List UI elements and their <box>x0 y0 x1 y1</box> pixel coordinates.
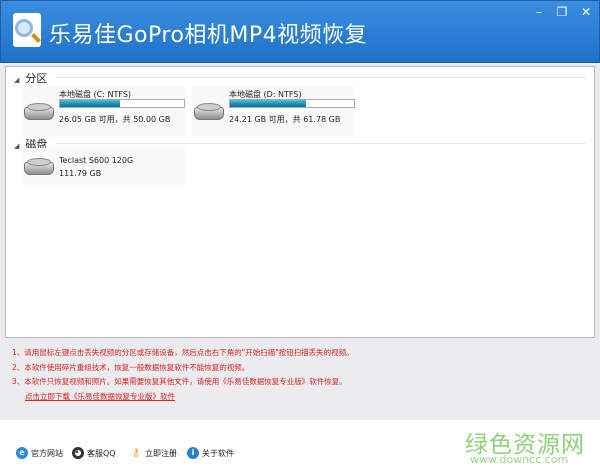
website-label: 官方网站 <box>31 448 63 458</box>
section-label: 分区 <box>25 72 48 85</box>
note-2: 2、本软件使用碎片重组技术，恢复一般数据恢复软件不能恢复的视频。 <box>12 362 250 372</box>
window-title: 乐易佳GoPro相机MP4视频恢复 <box>49 23 368 48</box>
website-button[interactable]: e 官方网站 <box>16 447 63 459</box>
hard-drive-icon <box>194 103 224 121</box>
close-button[interactable]: ✕ <box>575 5 597 23</box>
app-logo-icon <box>13 13 41 47</box>
qq-penguin-icon: ◕ <box>72 447 84 459</box>
partition-tile-d[interactable]: 本地磁盘 (D: NTFS) 24.21 GB 可用，共 61.78 GB <box>192 85 355 137</box>
hard-drive-icon <box>24 103 54 121</box>
ie-icon: e <box>16 447 28 459</box>
info-icon: i <box>187 447 199 459</box>
about-button[interactable]: i 关于软件 <box>187 447 234 459</box>
restore-button[interactable]: ❐ <box>551 5 573 23</box>
instructions: 1、请用鼠标左键点击丢失视频的分区或存储设备，然后点击右下角的"开始扫描"按钮扫… <box>12 346 354 404</box>
usage-bar <box>229 99 355 108</box>
section-partitions[interactable]: ◢ 分区 <box>14 70 586 86</box>
disk-tile[interactable]: Teclast S600 120G 111.79 GB <box>22 148 185 185</box>
disk-size: 111.79 GB <box>59 169 102 178</box>
partition-tile-c[interactable]: 本地磁盘 (C: NTFS) 26.05 GB 可用，共 50.00 GB <box>22 85 185 137</box>
disk-name: Teclast S600 120G <box>59 156 134 165</box>
collapse-arrow-icon[interactable]: ◢ <box>14 142 19 150</box>
register-button[interactable]: ⚷ 立即注册 <box>130 447 177 459</box>
usage-fill <box>230 100 306 107</box>
qq-label: 客服QQ <box>87 448 116 458</box>
usage-fill <box>60 100 120 107</box>
usage-bar <box>59 99 185 108</box>
partition-info: 24.21 GB 可用，共 61.78 GB <box>229 115 341 124</box>
minimize-button[interactable]: – <box>528 5 550 23</box>
note-1: 1、请用鼠标左键点击丢失视频的分区或存储设备，然后点击右下角的"开始扫描"按钮扫… <box>12 348 354 357</box>
hard-drive-icon <box>24 158 54 176</box>
note-3: 3、本软件只恢复视频和照片。如果需要恢复其他文件，请使用《乐易佳数据恢复专业版》… <box>12 377 347 386</box>
download-link[interactable]: 点击立即下载《乐易佳数据恢复专业版》软件 <box>25 390 354 405</box>
key-icon: ⚷ <box>131 446 141 459</box>
register-label: 立即注册 <box>145 448 177 458</box>
device-panel: ◢ 分区 本地磁盘 (C: NTFS) 26.05 GB 可用，共 50.00 G… <box>5 66 595 338</box>
qq-button[interactable]: ◕ 客服QQ <box>72 447 116 459</box>
about-label: 关于软件 <box>202 448 234 458</box>
watermark-url: www.downcc.com <box>470 453 569 466</box>
partition-info: 26.05 GB 可用，共 50.00 GB <box>59 115 171 124</box>
title-bar: 乐易佳GoPro相机MP4视频恢复 – ❐ ✕ <box>0 0 600 63</box>
collapse-arrow-icon[interactable]: ◢ <box>14 76 19 84</box>
